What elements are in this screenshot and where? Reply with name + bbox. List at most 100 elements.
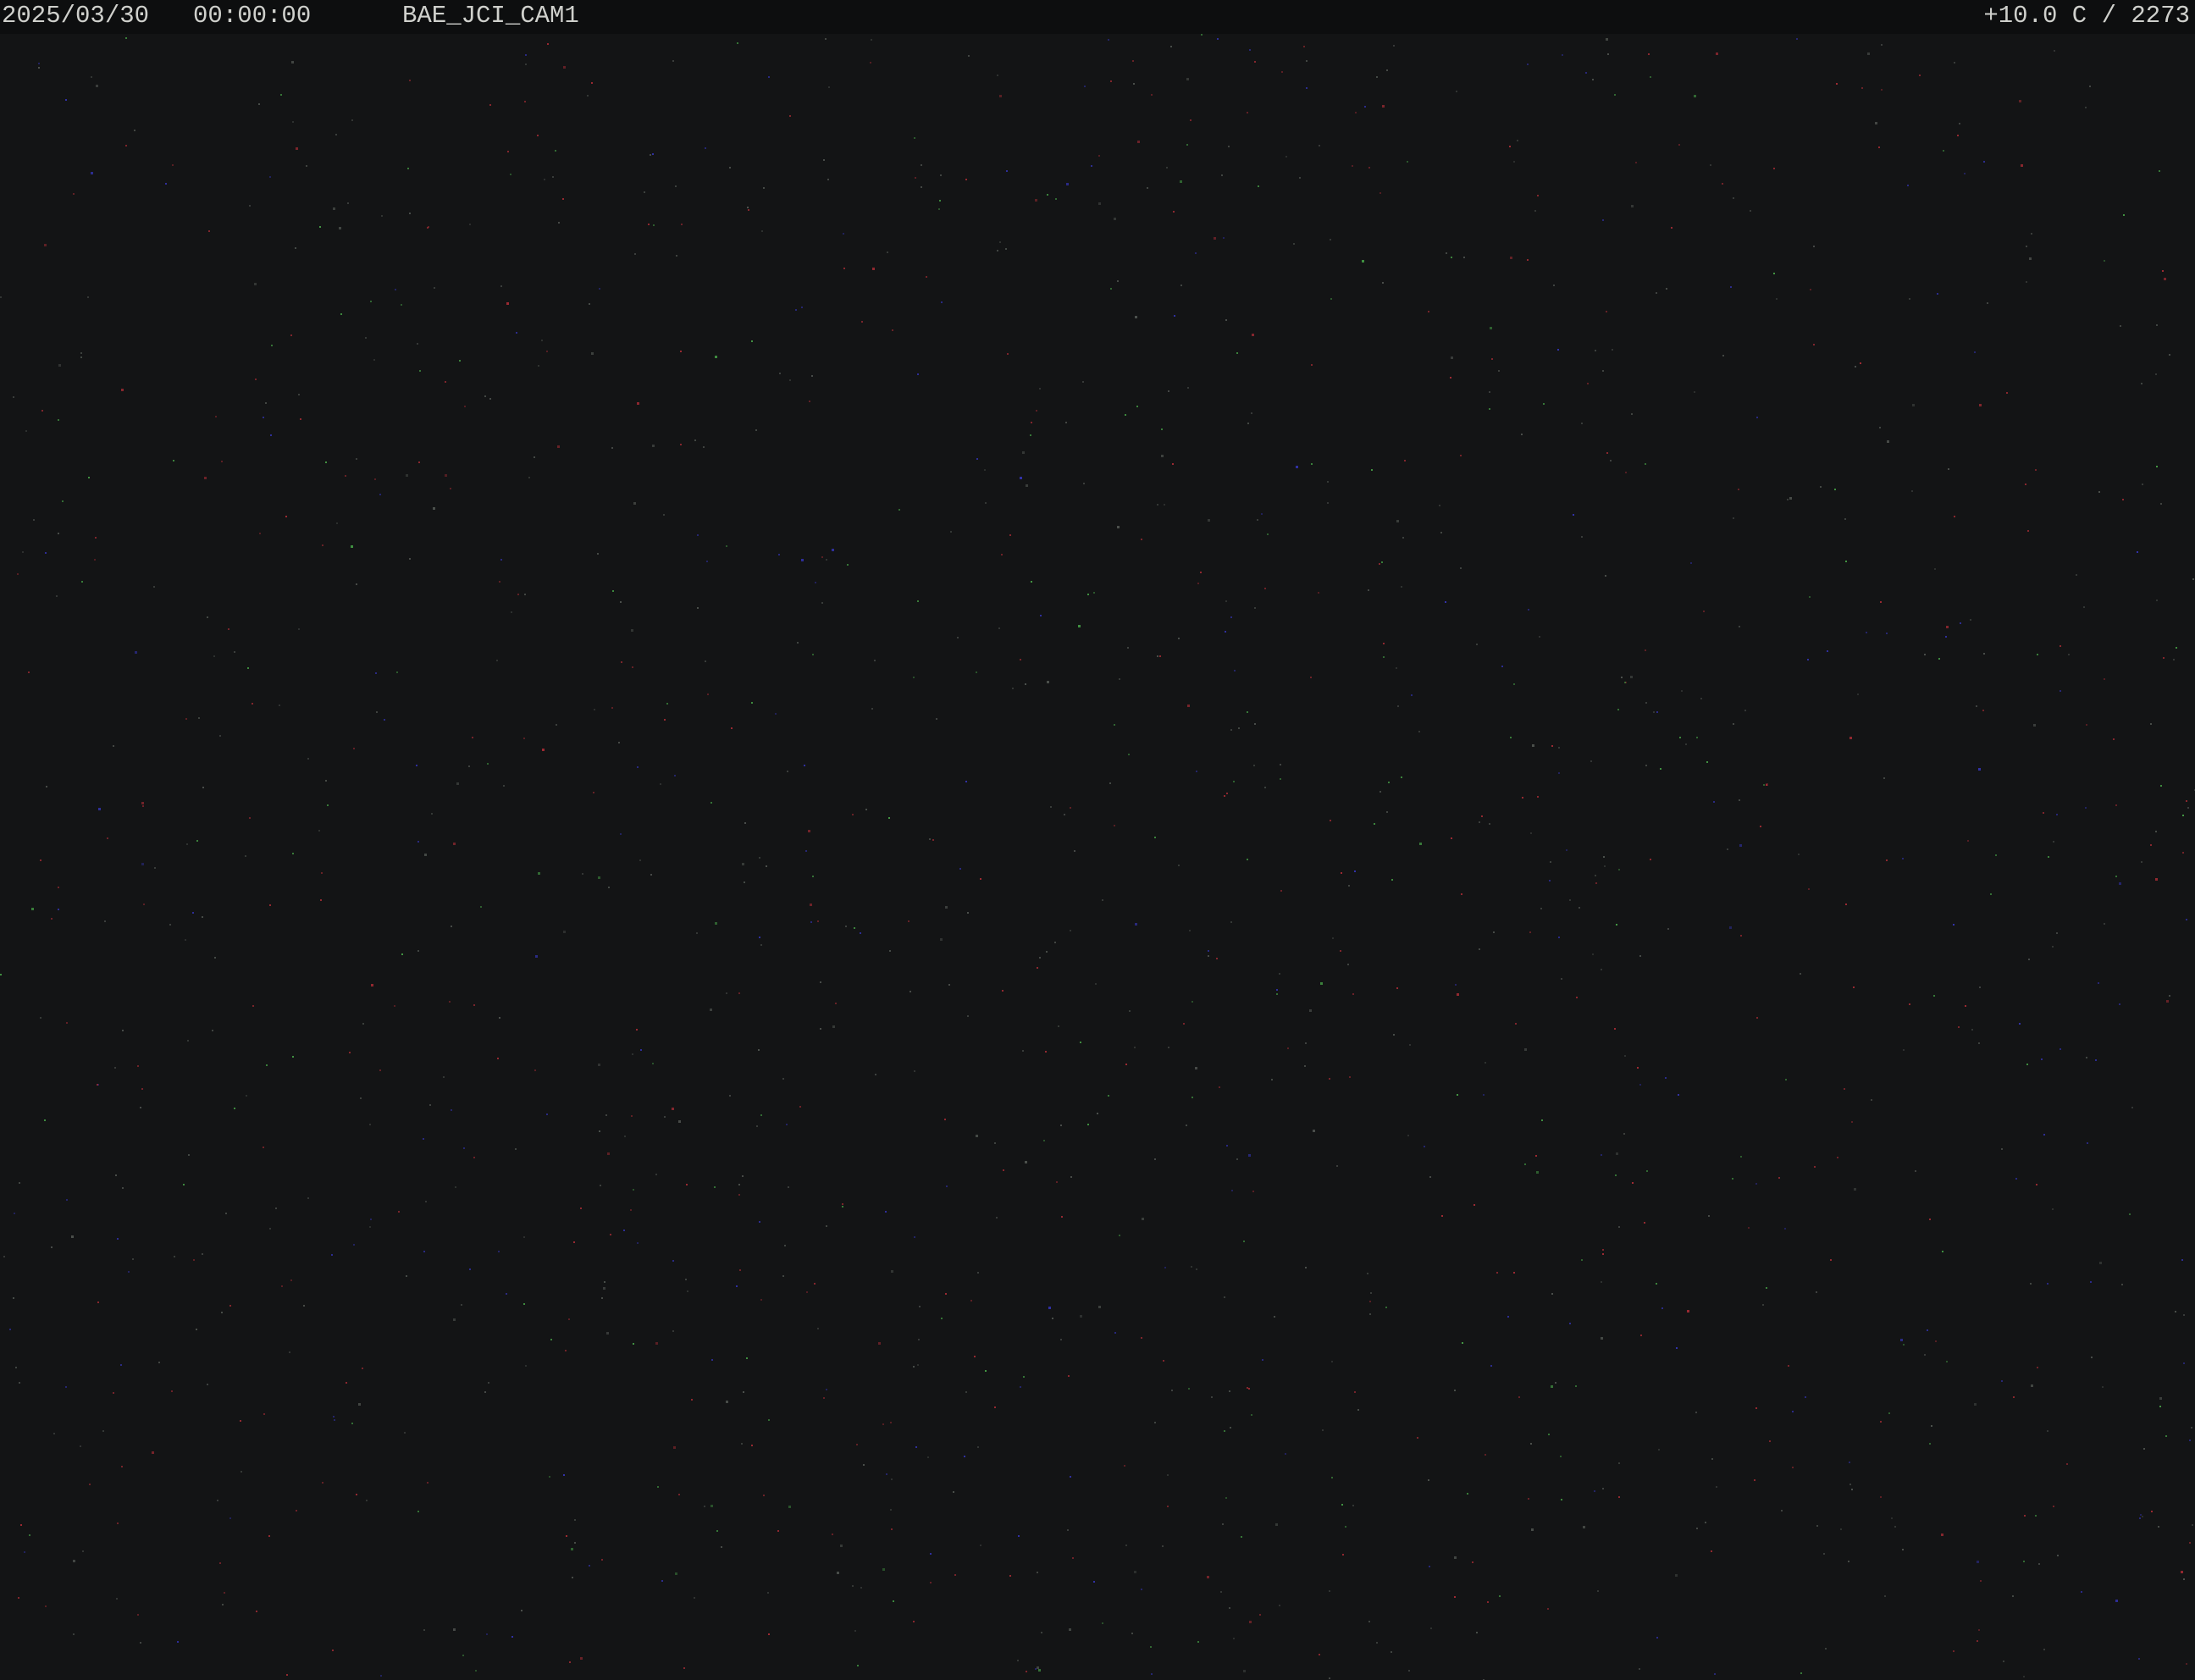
noise-dot bbox=[676, 255, 677, 257]
noise-dot bbox=[1430, 1628, 1432, 1629]
noise-dot bbox=[672, 1108, 674, 1110]
noise-dot bbox=[1226, 1145, 1228, 1147]
noise-dot bbox=[1040, 615, 1042, 616]
noise-dot bbox=[589, 1565, 590, 1567]
noise-dot bbox=[73, 193, 75, 195]
noise-dot bbox=[196, 1329, 197, 1330]
noise-dot bbox=[356, 458, 357, 460]
noise-dot bbox=[2102, 1386, 2104, 1388]
camera-frame: 2025/03/30 00:00:00 BAE_JCI_CAM1 +10.0 C… bbox=[0, 0, 2195, 1680]
noise-dot bbox=[1001, 554, 1003, 555]
noise-dot bbox=[1424, 1146, 1425, 1147]
noise-dot bbox=[994, 1142, 996, 1144]
noise-dot bbox=[1612, 349, 1613, 351]
noise-dot bbox=[196, 840, 198, 842]
noise-dot bbox=[334, 1419, 335, 1421]
noise-dot bbox=[1978, 1042, 1980, 1044]
noise-dot bbox=[1009, 534, 1011, 536]
noise-dot bbox=[633, 1343, 634, 1345]
noise-dot bbox=[1784, 1228, 1786, 1230]
noise-dot bbox=[860, 932, 861, 934]
noise-dot bbox=[1047, 681, 1049, 683]
noise-dot bbox=[122, 1030, 124, 1031]
noise-dot bbox=[1766, 1287, 1767, 1289]
noise-dot bbox=[1656, 711, 1658, 713]
noise-dot bbox=[1108, 39, 1109, 41]
noise-dot bbox=[1134, 1571, 1136, 1573]
noise-dot bbox=[852, 1585, 854, 1587]
noise-dot bbox=[891, 1528, 893, 1530]
noise-dot bbox=[222, 1604, 224, 1605]
noise-dot bbox=[1164, 1267, 1166, 1268]
noise-dot bbox=[379, 1069, 381, 1071]
noise-dot bbox=[1618, 1496, 1620, 1498]
noise-dot bbox=[1995, 854, 1997, 856]
noise-dot bbox=[1527, 64, 1529, 65]
noise-dot bbox=[890, 1422, 892, 1423]
noise-dot bbox=[917, 600, 919, 602]
noise-dot bbox=[1941, 1534, 1943, 1536]
noise-dot bbox=[1183, 1023, 1185, 1025]
noise-dot bbox=[1362, 260, 1364, 262]
noise-dot bbox=[1162, 1545, 1164, 1547]
noise-dot bbox=[913, 677, 915, 678]
noise-dot bbox=[941, 1318, 943, 1319]
noise-dot bbox=[854, 1630, 856, 1632]
noise-dot bbox=[1080, 1042, 1081, 1043]
noise-dot bbox=[1883, 777, 1885, 779]
noise-dot bbox=[122, 1187, 124, 1189]
noise-dot bbox=[1744, 710, 1746, 711]
noise-dot bbox=[1679, 737, 1681, 738]
noise-dot bbox=[487, 763, 489, 765]
noise-dot bbox=[1528, 1498, 1529, 1500]
noise-dot bbox=[450, 488, 451, 489]
noise-dot bbox=[1476, 1632, 1478, 1633]
noise-dot bbox=[768, 76, 770, 78]
noise-dot bbox=[2155, 373, 2157, 375]
noise-dot bbox=[1330, 298, 1332, 300]
noise-dot bbox=[591, 82, 593, 84]
noise-dot bbox=[1195, 1067, 1197, 1069]
noise-dot bbox=[113, 1392, 114, 1394]
noise-dot bbox=[1581, 1259, 1583, 1261]
noise-dot bbox=[1639, 1668, 1640, 1670]
noise-dot bbox=[565, 1350, 567, 1351]
noise-dot bbox=[1229, 1607, 1230, 1609]
noise-dot bbox=[1964, 173, 1966, 174]
noise-dot bbox=[228, 628, 229, 630]
noise-dot bbox=[1074, 850, 1075, 852]
noise-dot bbox=[22, 551, 24, 553]
noise-dot bbox=[1280, 890, 1282, 892]
noise-dot bbox=[1808, 888, 1810, 890]
noise-dot bbox=[840, 1545, 843, 1547]
noise-dot bbox=[525, 1365, 527, 1367]
noise-dot bbox=[1342, 1554, 1344, 1556]
noise-dot bbox=[2026, 281, 2027, 283]
noise-dot bbox=[1136, 406, 1138, 407]
noise-dot bbox=[1825, 1648, 1827, 1650]
noise-dot bbox=[281, 1285, 283, 1287]
noise-dot bbox=[511, 1636, 513, 1638]
noise-dot bbox=[1391, 879, 1393, 881]
noise-dot bbox=[2083, 606, 2085, 608]
noise-dot bbox=[1428, 1479, 1429, 1481]
noise-dot bbox=[1195, 252, 1197, 254]
noise-dot bbox=[1510, 737, 1512, 738]
noise-dot bbox=[369, 1226, 371, 1228]
noise-dot bbox=[810, 904, 812, 906]
noise-dot bbox=[953, 1491, 954, 1493]
noise-dot bbox=[1844, 518, 1846, 520]
noise-dot bbox=[1125, 1545, 1127, 1546]
noise-dot bbox=[1281, 71, 1283, 73]
noise-dot bbox=[1617, 709, 1619, 710]
noise-dot bbox=[882, 1568, 885, 1571]
noise-dot bbox=[2176, 647, 2177, 649]
noise-dot bbox=[1396, 520, 1399, 522]
noise-dot bbox=[1341, 872, 1342, 874]
noise-dot bbox=[870, 62, 871, 64]
noise-dot bbox=[941, 301, 943, 303]
noise-dot bbox=[1708, 1215, 1710, 1217]
noise-dot bbox=[746, 1357, 748, 1359]
noise-dot bbox=[102, 1430, 104, 1432]
noise-dot bbox=[1550, 861, 1551, 863]
